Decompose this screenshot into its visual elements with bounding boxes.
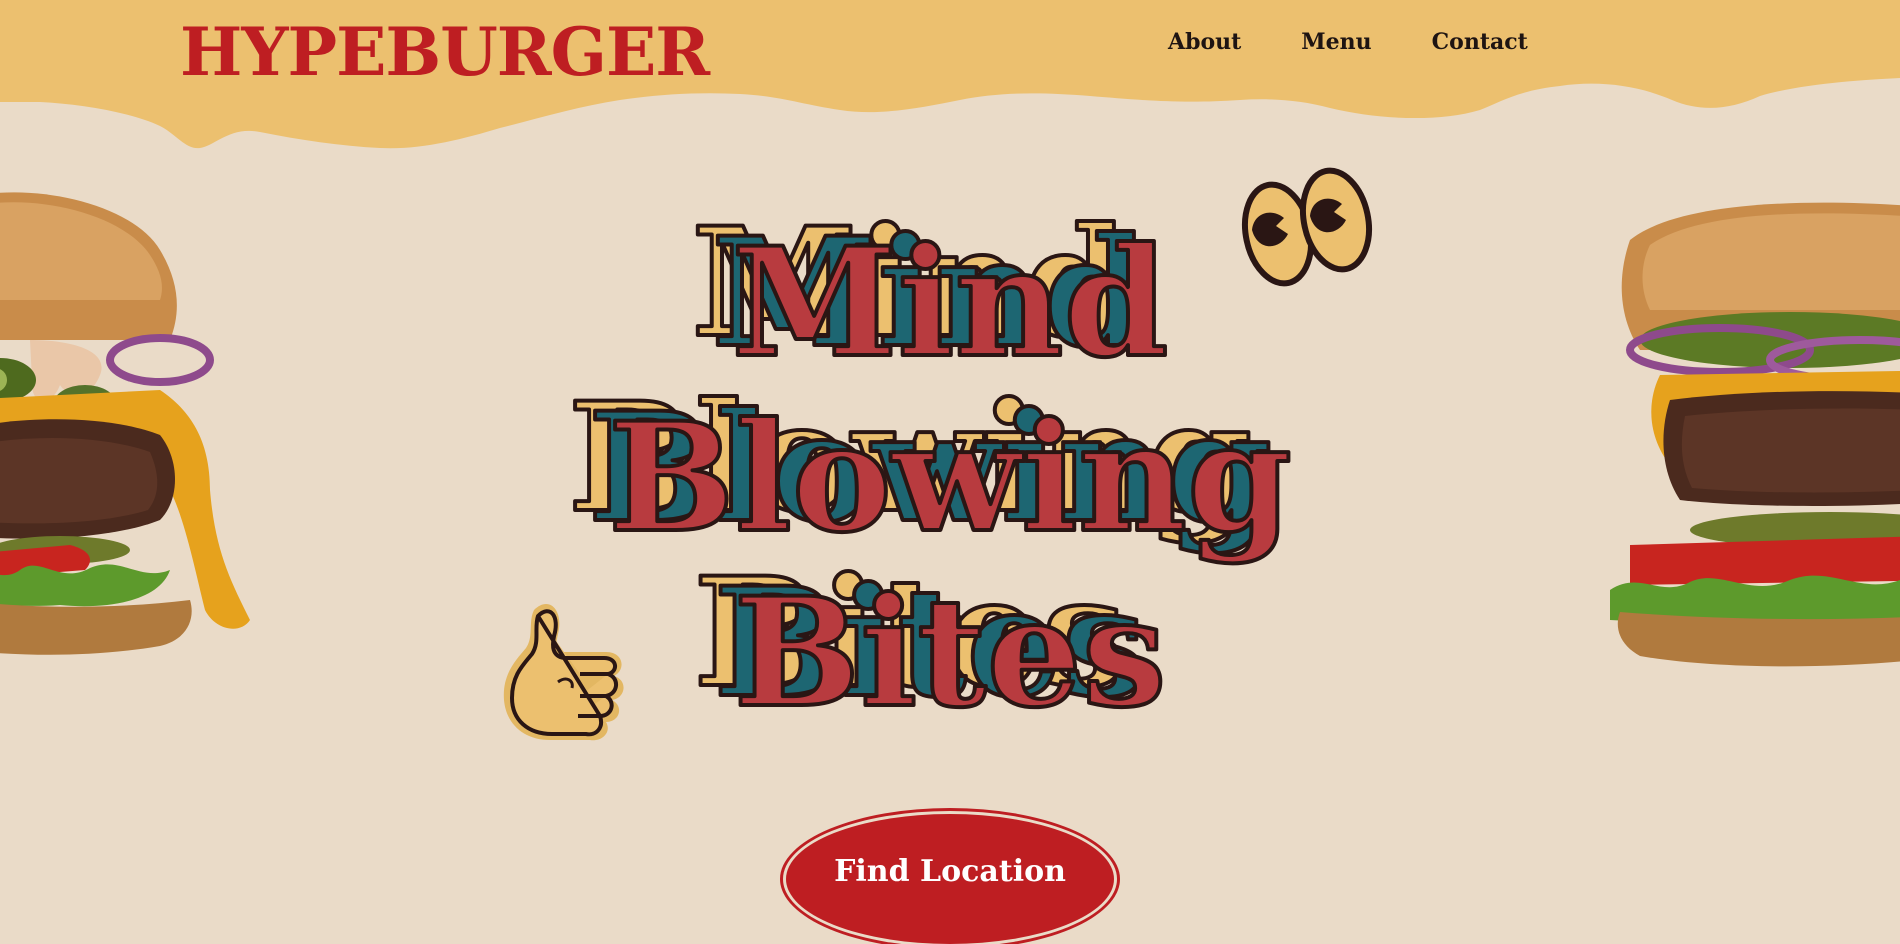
brand-logo[interactable]: HYPEBURGER — [180, 12, 710, 92]
nav-menu-link[interactable]: Menu — [1301, 26, 1371, 58]
thumbs-up-icon — [503, 603, 624, 741]
headline-line3-shadow-teal: Bites — [714, 555, 1147, 731]
landing-page: HYPEBURGER About Menu Contact Mind Mind … — [0, 0, 1900, 944]
cartoon-eyes-icon — [1242, 167, 1372, 287]
burger-image-left — [0, 192, 250, 655]
find-location-label: Find Location — [834, 854, 1066, 889]
main-nav: About Menu Contact — [1168, 26, 1588, 58]
nav-about-link[interactable]: About — [1168, 26, 1241, 58]
headline-line3: Bites — [734, 565, 1167, 741]
headline-line2-shadow-gold: Blowing — [568, 370, 1252, 546]
burger-image-right — [1610, 202, 1900, 667]
headline-line1: Mind — [732, 215, 1169, 391]
nav-contact-link[interactable]: Contact — [1432, 26, 1528, 58]
headline-line1-shadow-gold: Mind — [692, 195, 1129, 371]
find-location-button[interactable]: Find Location — [786, 814, 1114, 944]
headline-line3-shadow-gold: Bites — [694, 545, 1127, 721]
headline-line2: Blowing — [608, 390, 1292, 566]
headline-line2-shadow-teal: Blowing — [588, 380, 1272, 556]
headline-line1-shadow-teal: Mind — [712, 205, 1149, 381]
